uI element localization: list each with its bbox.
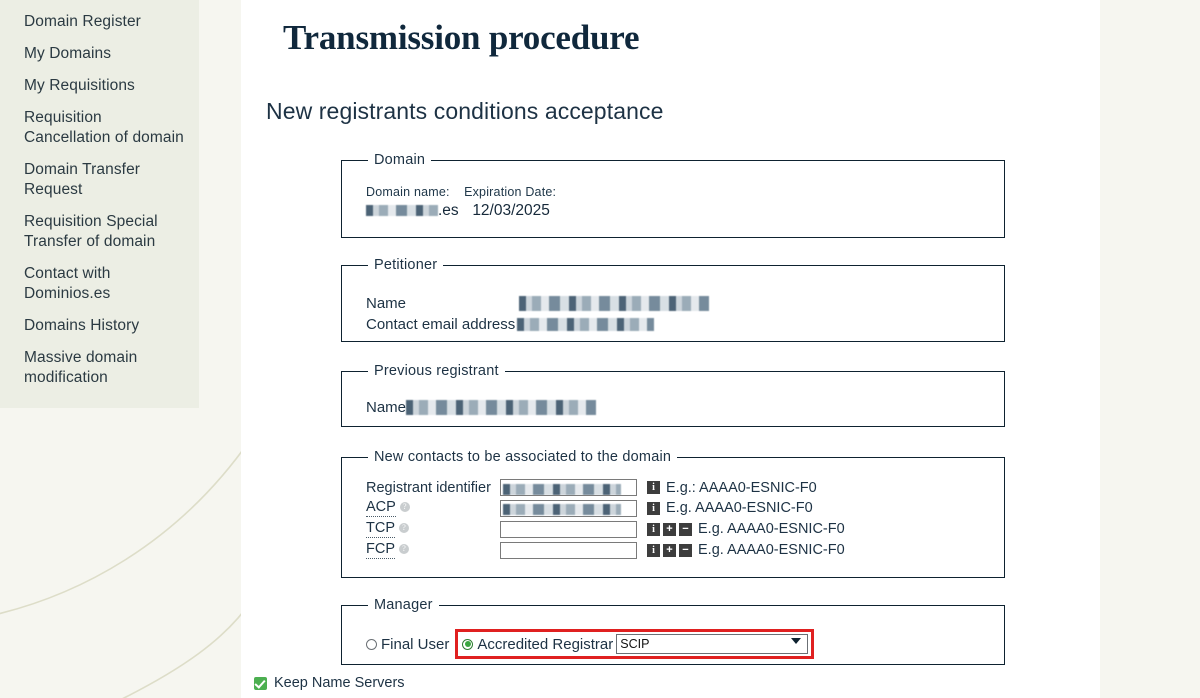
chevron-down-icon (791, 638, 802, 644)
sidebar-nav: Domain Register My Domains My Requisitio… (0, 0, 199, 408)
contact-label-acp: ACP? (366, 499, 500, 517)
radio-accredited-registrar[interactable] (462, 638, 474, 650)
contact-input-acp[interactable] (500, 499, 637, 517)
contact-input-registrant-identifier[interactable] (500, 479, 637, 496)
petitioner-email-redacted (517, 318, 655, 331)
petitioner-fieldset: Petitioner Name Contact email address (341, 257, 1005, 342)
info-icon[interactable]: i (647, 501, 660, 515)
petitioner-email-row: Contact email address (366, 314, 1004, 335)
expiration-date-label: Expiration Date: (464, 185, 557, 199)
sidebar-item-domains-history[interactable]: Domains History (0, 310, 199, 342)
domain-fieldset: Domain Domain name: Expiration Date: .es… (341, 152, 1005, 238)
add-icon[interactable]: + (663, 522, 676, 536)
expiration-date-value: 12/03/2025 (472, 202, 550, 219)
manager-options-row: Final User Accredited Registrar SCIP (366, 629, 1004, 659)
domain-suffix: .es (438, 202, 459, 219)
keep-name-servers-row[interactable]: Keep Name Servers (254, 675, 405, 691)
radio-final-user[interactable] (366, 638, 377, 650)
new-contacts-fieldset: New contacts to be associated to the dom… (341, 449, 1005, 578)
info-icon[interactable]: i (647, 543, 660, 557)
domain-values-row: .es 12/03/2025 (366, 202, 1004, 220)
contact-input-fcp[interactable] (500, 541, 637, 559)
keep-name-servers-label: Keep Name Servers (274, 675, 405, 691)
previous-registrant-name-label: Name (366, 399, 407, 416)
previous-registrant-name-redacted (406, 400, 597, 415)
accredited-registrar-highlight: Accredited Registrar SCIP (455, 629, 815, 659)
contact-example-text: E.g. AAAA0-ESNIC-F0 (698, 542, 845, 558)
page-subtitle: New registrants conditions acceptance (266, 98, 664, 124)
help-icon[interactable]: ? (399, 502, 410, 513)
previous-registrant-name-row: Name (366, 397, 1004, 418)
contact-actions-registrant-identifier: i E.g.: AAAA0-ESNIC-F0 (647, 480, 1004, 496)
sidebar-item-domain-transfer-request[interactable]: Domain Transfer Request (0, 154, 199, 206)
domain-name-label: Domain name: (366, 185, 450, 199)
contact-label-tcp: TCP? (366, 520, 500, 538)
contact-actions-tcp: i + − E.g. AAAA0-ESNIC-F0 (647, 521, 1004, 537)
sidebar-item-requisition-special-transfer[interactable]: Requisition Special Transfer of domain (0, 206, 199, 258)
main-panel: Transmission procedure New registrants c… (241, 0, 1100, 698)
left-column: Domain Register My Domains My Requisitio… (0, 0, 241, 698)
petitioner-name-redacted (519, 296, 709, 311)
petitioner-name-row: Name (366, 293, 1004, 314)
contact-example-text: E.g.: AAAA0-ESNIC-F0 (666, 479, 817, 496)
sidebar-item-domain-register[interactable]: Domain Register (0, 6, 199, 38)
contact-input-tcp[interactable] (500, 520, 637, 538)
domain-name-redacted (366, 205, 438, 217)
petitioner-name-label: Name (366, 295, 407, 312)
help-icon[interactable]: ? (399, 523, 409, 534)
contact-label-fcp: FCP? (366, 541, 500, 559)
remove-icon[interactable]: − (679, 522, 692, 536)
registrar-select[interactable]: SCIP (616, 634, 809, 654)
previous-registrant-fieldset: Previous registrant Name (341, 363, 1005, 427)
right-gutter (1100, 0, 1200, 698)
contact-example-text: E.g. AAAA0-ESNIC-F0 (698, 521, 845, 537)
help-icon[interactable]: ? (399, 544, 409, 555)
registrar-select-value: SCIP (620, 637, 650, 651)
contact-value-redacted (503, 504, 621, 516)
info-icon[interactable]: i (647, 481, 660, 494)
sidebar-item-my-domains[interactable]: My Domains (0, 38, 199, 70)
remove-icon[interactable]: − (679, 543, 692, 557)
contact-actions-acp: i E.g. AAAA0-ESNIC-F0 (647, 500, 1004, 516)
sidebar-item-contact-dominios[interactable]: Contact with Dominios.es (0, 258, 199, 310)
manager-fieldset: Manager Final User Accredited Registrar … (341, 597, 1005, 665)
keep-name-servers-checkbox[interactable] (254, 676, 267, 690)
contacts-grid: Registrant identifier i E.g.: AAAA0-ESNIC-… (366, 479, 1004, 559)
info-icon[interactable]: i (647, 522, 660, 536)
add-icon[interactable]: + (663, 543, 676, 557)
contact-value-redacted (503, 483, 621, 495)
contact-actions-fcp: i + − E.g. AAAA0-ESNIC-F0 (647, 542, 1004, 558)
contact-example-text: E.g. AAAA0-ESNIC-F0 (666, 500, 813, 516)
contact-label-registrant-identifier: Registrant identifier (366, 479, 491, 496)
sidebar-item-requisition-cancellation[interactable]: Requisition Cancellation of domain (0, 102, 199, 154)
petitioner-email-label: Contact email address (366, 316, 516, 333)
sidebar-item-massive-domain-modification[interactable]: Massive domain modification (0, 342, 199, 394)
sidebar-item-my-requisitions[interactable]: My Requisitions (0, 70, 199, 102)
petitioner-fieldset-legend: Petitioner (374, 257, 438, 273)
label-final-user[interactable]: Final User (381, 636, 449, 653)
page-title: Transmission procedure (283, 18, 640, 57)
domain-header-labels: Domain name: Expiration Date: (366, 185, 1004, 199)
new-contacts-fieldset-legend: New contacts to be associated to the dom… (374, 449, 672, 465)
label-accredited-registrar[interactable]: Accredited Registrar (477, 636, 613, 653)
domain-fieldset-legend: Domain (374, 152, 426, 168)
manager-fieldset-legend: Manager (374, 597, 433, 613)
previous-registrant-fieldset-legend: Previous registrant (374, 363, 499, 379)
